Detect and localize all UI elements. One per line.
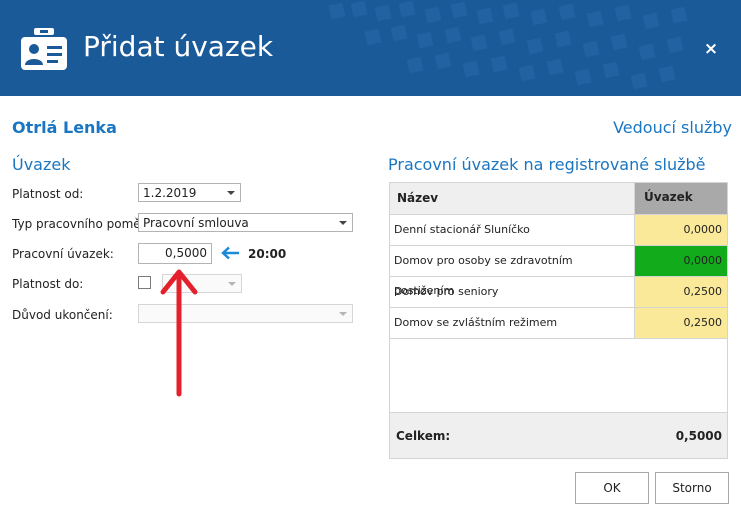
- id-badge-icon: [21, 28, 67, 70]
- chevron-down-icon: [228, 282, 236, 286]
- row-value: 0,2500: [635, 308, 727, 338]
- left-arrow-icon: [221, 246, 239, 260]
- typ-pomeru-select[interactable]: Pracovní smlouva: [138, 213, 353, 232]
- registrovane-sluzby-title: Pracovní úvazek na registrované službě: [388, 155, 706, 174]
- row-name: Domov pro osoby se zdravotním postižením: [390, 246, 635, 297]
- row-name: Denní stacionář Sluníčko: [390, 215, 635, 245]
- annotation-arrow-icon: [160, 269, 198, 397]
- row-value: 0,0000: [635, 215, 727, 245]
- ok-button[interactable]: OK: [575, 472, 649, 504]
- duvod-ukonceni-label: Důvod ukončení:: [12, 308, 113, 322]
- row-value: 0,2500: [635, 277, 727, 307]
- dialog-header: Přidat úvazek ×: [0, 0, 741, 96]
- table-row[interactable]: Domov se zvláštním režimem 0,2500: [390, 307, 727, 338]
- typ-pomeru-value: Pracovní smlouva: [143, 216, 249, 230]
- platnost-do-label: Platnost do:: [12, 277, 84, 291]
- platnost-do-checkbox[interactable]: [138, 276, 151, 289]
- table-row[interactable]: Domov pro seniory 0,2500: [390, 276, 727, 307]
- platnost-od-value: 1.2.2019: [143, 186, 197, 200]
- typ-pomeru-label: Typ pracovního poměru:: [12, 217, 158, 231]
- grid-footer: Celkem: 0,5000: [390, 412, 727, 458]
- close-button[interactable]: ×: [700, 38, 722, 60]
- table-row[interactable]: Denní stacionář Sluníčko 0,0000: [390, 214, 727, 245]
- chevron-down-icon: [339, 221, 347, 225]
- person-name: Otrlá Lenka: [12, 118, 117, 137]
- uvazek-section-title: Úvazek: [12, 155, 71, 174]
- grid-header: Název Úvazek: [390, 183, 727, 214]
- cancel-button[interactable]: Storno: [655, 472, 729, 504]
- uvazek-grid: Název Úvazek Denní stacionář Sluníčko 0,…: [389, 182, 728, 459]
- platnost-od-select[interactable]: 1.2.2019: [138, 183, 241, 202]
- uvazek-input[interactable]: 0,5000: [138, 243, 212, 264]
- column-header-uvazek[interactable]: Úvazek: [635, 183, 727, 214]
- chevron-down-icon: [339, 312, 347, 316]
- row-name: Domov se zvláštním režimem: [390, 308, 635, 338]
- row-divider: [390, 338, 727, 339]
- hours-value: 20:00: [248, 247, 287, 261]
- vedouci-sluzby-link[interactable]: Vedoucí služby: [613, 118, 732, 137]
- row-value: 0,0000: [635, 246, 727, 276]
- chevron-down-icon: [227, 191, 235, 195]
- total-label: Celkem:: [396, 429, 451, 443]
- column-header-nazev[interactable]: Název: [390, 183, 635, 214]
- row-name: Domov pro seniory: [390, 277, 635, 307]
- platnost-od-label: Platnost od:: [12, 187, 84, 201]
- dialog-title: Přidat úvazek: [83, 30, 274, 63]
- uvazek-label: Pracovní úvazek:: [12, 247, 114, 261]
- total-value: 0,5000: [675, 429, 722, 443]
- table-row[interactable]: Domov pro osoby se zdravotním postižením…: [390, 245, 727, 297]
